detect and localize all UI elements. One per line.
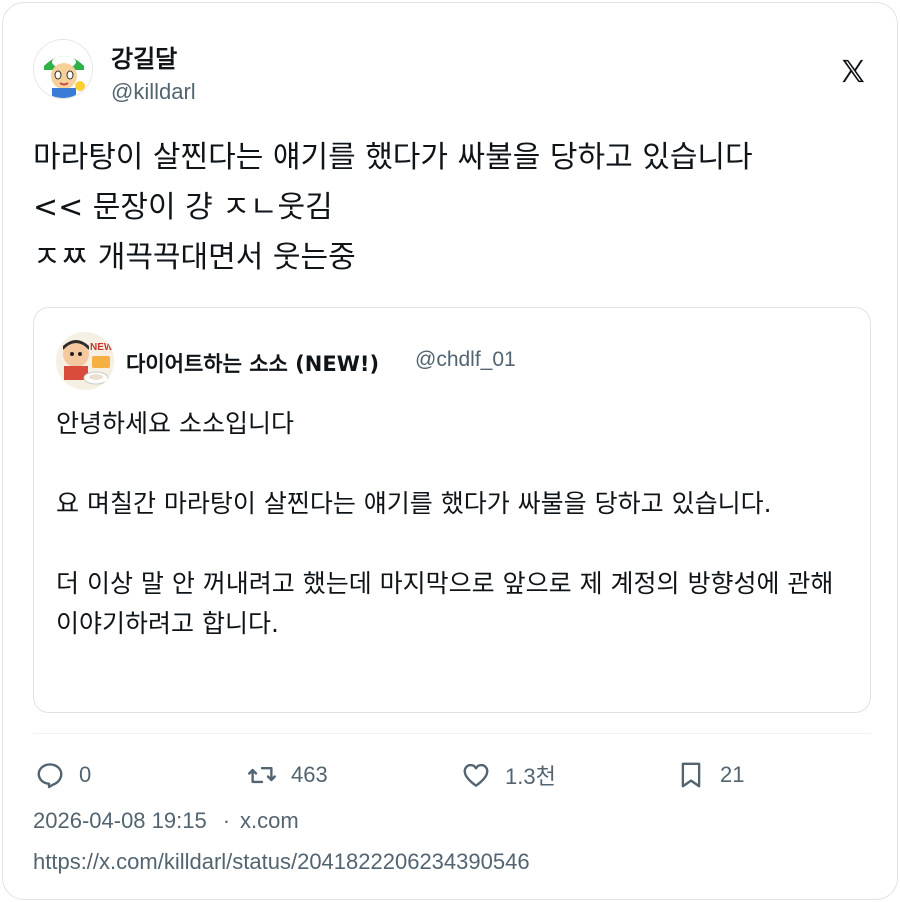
author-avatar[interactable] <box>33 39 93 99</box>
author-handle[interactable]: @killdarl <box>111 79 196 105</box>
quoted-author-avatar[interactable]: NEW <box>56 332 114 390</box>
svg-text:NEW: NEW <box>90 342 114 353</box>
retweet-count: 463 <box>291 762 328 787</box>
quoted-tweet-body: 안녕하세요 소소입니다 요 며칠간 마라탕이 살찐다는 얘기를 했다가 싸불을 … <box>56 404 856 644</box>
tweet-card: 강길달 @killdarl 마라탕이 살찐다는 얘기를 했다가 싸불을 당하고 … <box>2 2 898 900</box>
quoted-paragraph: 더 이상 말 안 꺼내려고 했는데 마지막으로 앞으로 제 계정의 방향성에 관… <box>56 569 834 638</box>
tweet-line: 마라탕이 살찐다는 얘기를 했다가 싸불을 당하고 있습니다 <box>33 140 753 175</box>
author-name[interactable]: 강길달 <box>111 39 177 74</box>
heart-icon <box>463 763 489 787</box>
like-count: 1.3천 <box>505 764 556 789</box>
bookmark-icon <box>681 762 701 788</box>
tweet-line: << 문장이 걍 ㅈㄴ웃김 <box>33 190 333 225</box>
quoted-paragraph: 요 며칠간 마라탕이 살찐다는 얘기를 했다가 싸불을 당하고 있습니다. <box>56 489 772 518</box>
divider <box>33 733 871 734</box>
reply-icon <box>37 763 63 789</box>
bookmark-count: 21 <box>720 762 745 787</box>
quoted-tweet[interactable]: NEW 다이어트하는 소소 (NEW!) @chdlf_01 안녕하세요 소소입… <box>33 307 871 713</box>
quoted-author-handle[interactable]: @chdlf_01 <box>415 348 516 372</box>
cartoon-avatar-icon <box>34 40 92 98</box>
tweet-line: ㅈㅉ 개끅끅대면서 웃는중 <box>33 240 356 275</box>
separator: · <box>222 808 231 833</box>
retweet-icon <box>248 766 276 784</box>
timestamp[interactable]: 2026-04-08 19:15 <box>33 808 207 833</box>
source-link[interactable]: x.com <box>240 808 299 833</box>
cartoon-avatar-icon: NEW <box>56 332 114 390</box>
tweet-text: 마라탕이 살찐다는 얘기를 했다가 싸불을 당하고 있습니다 << 문장이 걍 … <box>33 133 873 283</box>
quoted-paragraph: 안녕하세요 소소입니다 <box>56 409 294 438</box>
like-button[interactable]: 1.3천 <box>461 753 556 797</box>
reply-button[interactable]: 0 <box>35 753 91 797</box>
x-logo-icon[interactable] <box>839 57 867 85</box>
action-bar: 0 463 1.3천 21 <box>33 753 873 797</box>
reply-count: 0 <box>79 762 92 787</box>
tweet-url[interactable]: https://x.com/killdarl/status/2041822206… <box>33 849 530 875</box>
retweet-button[interactable]: 463 <box>247 753 328 797</box>
tweet-header: 강길달 @killdarl <box>33 39 867 109</box>
quoted-author-name[interactable]: 다이어트하는 소소 (NEW!) <box>126 348 379 378</box>
tweet-meta: 2026-04-08 19:15 · x.com <box>33 808 299 834</box>
bookmark-button[interactable]: 21 <box>676 753 744 797</box>
